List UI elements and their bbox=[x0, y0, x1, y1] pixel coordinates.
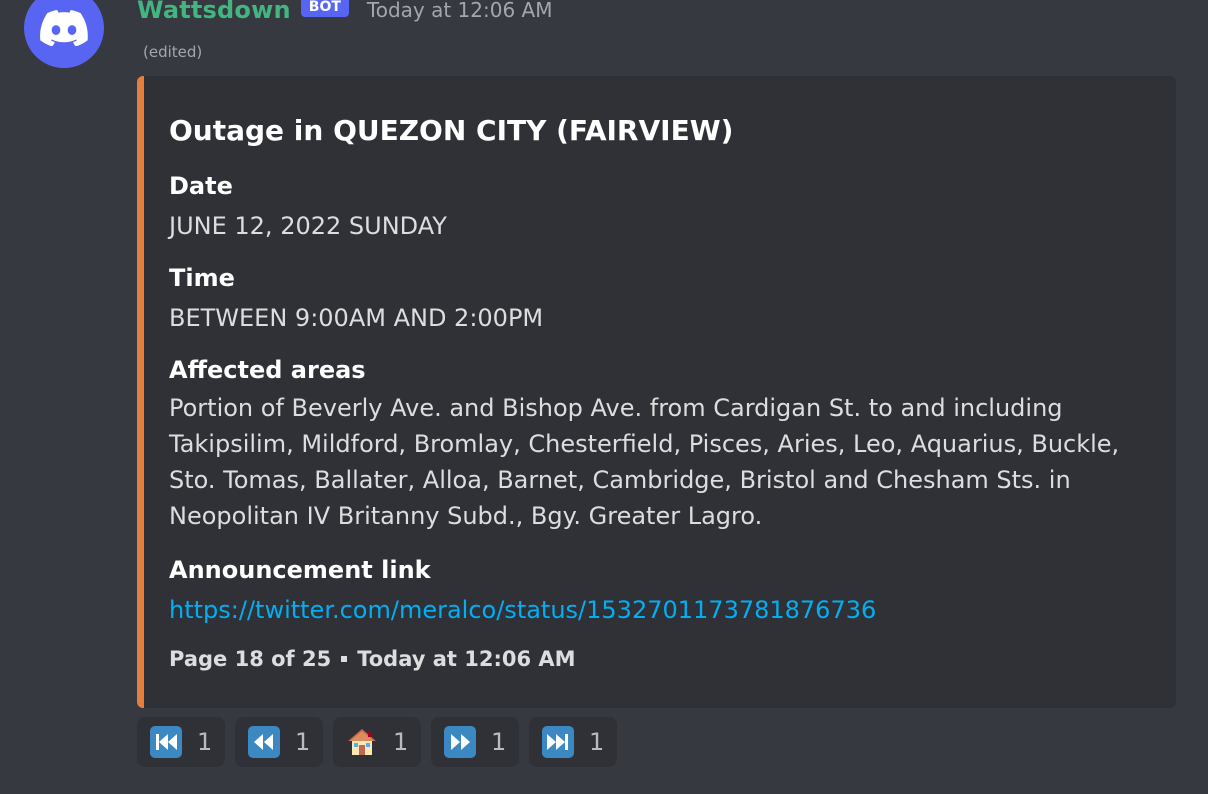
embed-footer: Page 18 of 25 Today at 12:06 AM bbox=[169, 647, 576, 671]
announcement-link[interactable]: https://twitter.com/meralco/status/15327… bbox=[169, 596, 876, 624]
field-announcement-link-name: Announcement link bbox=[169, 556, 431, 584]
reaction-count: 1 bbox=[393, 728, 409, 756]
reaction-last-page[interactable]: 1 bbox=[529, 717, 617, 767]
field-affected-areas-value: Portion of Beverly Ave. and Bishop Ave. … bbox=[169, 394, 1120, 530]
reaction-first-page[interactable]: 1 bbox=[137, 717, 225, 767]
footer-separator bbox=[341, 656, 348, 662]
embed-title: Outage in QUEZON CITY (FAIRVIEW) bbox=[169, 114, 734, 147]
discord-logo-icon bbox=[40, 10, 88, 46]
reaction-home[interactable]: 1 bbox=[333, 717, 421, 767]
footer-page: Page 18 of 25 bbox=[169, 647, 332, 671]
reaction-count: 1 bbox=[589, 728, 605, 756]
field-time-name: Time bbox=[169, 264, 235, 292]
field-date-value: JUNE 12, 2022 SUNDAY bbox=[169, 212, 447, 240]
embed: Outage in QUEZON CITY (FAIRVIEW) Date JU… bbox=[137, 76, 1176, 708]
reaction-count: 1 bbox=[491, 728, 507, 756]
first-page-icon bbox=[149, 726, 183, 758]
embed-body: Outage in QUEZON CITY (FAIRVIEW) Date JU… bbox=[169, 76, 1158, 708]
reaction-previous-page[interactable]: 1 bbox=[235, 717, 323, 767]
avatar[interactable] bbox=[24, 0, 104, 68]
field-announcement-link-value: https://twitter.com/meralco/status/15327… bbox=[169, 596, 876, 624]
reaction-count: 1 bbox=[295, 728, 311, 756]
footer-timestamp: Today at 12:06 AM bbox=[357, 647, 576, 671]
previous-page-icon bbox=[247, 726, 281, 758]
message: Wattsdown BOT Today at 12:06 AM (edited)… bbox=[0, 0, 1208, 794]
reactions-bar: 1 1 1 1 1 bbox=[137, 717, 617, 767]
home-icon bbox=[345, 726, 379, 758]
embed-accent-bar bbox=[137, 76, 144, 708]
field-affected-areas-name: Affected areas bbox=[169, 356, 366, 384]
field-date-name: Date bbox=[169, 172, 233, 200]
next-page-icon bbox=[443, 726, 477, 758]
last-page-icon bbox=[541, 726, 575, 758]
author-name[interactable]: Wattsdown bbox=[137, 0, 291, 24]
field-time-value: BETWEEN 9:00AM AND 2:00PM bbox=[169, 304, 544, 332]
reaction-next-page[interactable]: 1 bbox=[431, 717, 519, 767]
edited-label: (edited) bbox=[143, 43, 203, 61]
reaction-count: 1 bbox=[197, 728, 213, 756]
message-timestamp[interactable]: Today at 12:06 AM bbox=[367, 0, 553, 22]
bot-tag: BOT bbox=[300, 0, 349, 17]
message-header: Wattsdown BOT Today at 12:06 AM bbox=[137, 0, 553, 24]
